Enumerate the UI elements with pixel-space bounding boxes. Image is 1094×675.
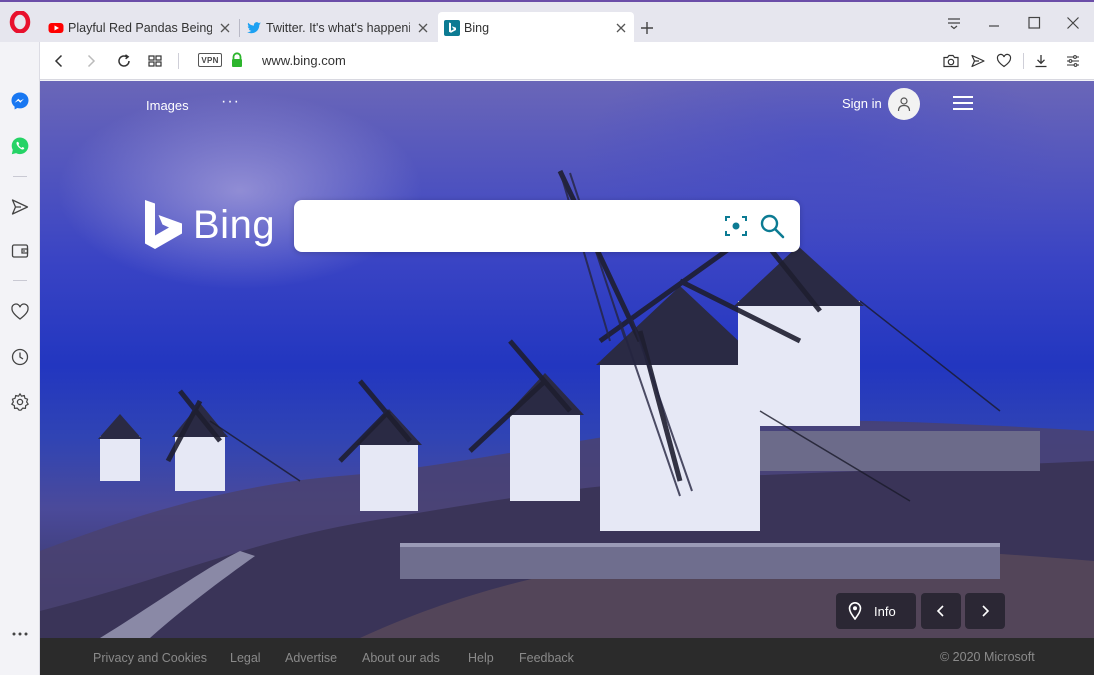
footer-link-advertise[interactable]: Advertise [285, 651, 337, 665]
divider [1023, 53, 1024, 69]
tab-bing[interactable]: Bing [438, 12, 634, 44]
avatar[interactable] [888, 88, 920, 120]
footer-link-about-ads[interactable]: About our ads [362, 651, 440, 665]
tab-title: Twitter. It's what's happenin [266, 21, 410, 35]
more-icon[interactable] [9, 623, 31, 645]
footer-link-feedback[interactable]: Feedback [519, 651, 574, 665]
sidebar [0, 42, 40, 675]
location-pin-icon [848, 602, 862, 620]
reload-icon[interactable] [114, 51, 134, 71]
send-icon[interactable] [9, 196, 31, 218]
heart-icon[interactable] [9, 301, 31, 323]
wallet-icon[interactable] [9, 240, 31, 262]
search-box [294, 200, 800, 252]
lock-icon[interactable] [230, 52, 244, 68]
address-bar: VPN www.bing.com [40, 42, 1094, 80]
close-tab-icon[interactable] [416, 21, 430, 35]
divider [178, 53, 179, 69]
history-icon[interactable] [9, 346, 31, 368]
sidebar-divider [13, 176, 27, 177]
hamburger-menu-icon[interactable] [953, 95, 973, 111]
background-windmills-image [40, 169, 1094, 638]
forward-icon[interactable] [81, 51, 101, 71]
next-image-button[interactable] [965, 593, 1005, 629]
send-icon[interactable] [968, 51, 988, 71]
chevron-left-icon [936, 605, 944, 617]
copyright-text: © 2020 Microsoft [940, 650, 1035, 664]
whatsapp-icon[interactable] [9, 135, 31, 157]
nav-more-menu[interactable]: ··· [221, 93, 240, 111]
minimize-icon[interactable] [984, 14, 1004, 32]
footer-link-legal[interactable]: Legal [230, 651, 261, 665]
tab-menu-icon[interactable] [944, 14, 964, 32]
twitter-icon [246, 20, 262, 36]
download-icon[interactable] [1031, 51, 1051, 71]
user-icon [897, 97, 911, 112]
speed-dial-icon[interactable] [145, 51, 165, 71]
previous-image-button[interactable] [921, 593, 961, 629]
image-info-button[interactable]: Info [836, 593, 916, 629]
search-input[interactable] [308, 210, 708, 242]
close-tab-icon[interactable] [218, 21, 232, 35]
nav-images-link[interactable]: Images [146, 98, 189, 113]
bookmark-heart-icon[interactable] [994, 51, 1014, 71]
snapshot-icon[interactable] [941, 51, 961, 71]
easy-setup-icon[interactable] [1063, 51, 1083, 71]
youtube-icon [48, 20, 64, 36]
footer-link-help[interactable]: Help [468, 651, 494, 665]
maximize-icon[interactable] [1024, 14, 1044, 32]
sign-in-link[interactable]: Sign in [842, 96, 882, 111]
footer-link-privacy[interactable]: Privacy and Cookies [93, 651, 207, 665]
tab-strip: Playful Red Pandas Being S Twitter. It's… [0, 0, 1094, 44]
bing-logo-icon[interactable] [144, 199, 184, 251]
url-field[interactable]: www.bing.com [262, 53, 346, 68]
close-tab-icon[interactable] [614, 21, 628, 35]
tab-title: Playful Red Pandas Being S [68, 21, 212, 35]
opera-logo-icon[interactable] [9, 10, 31, 34]
chevron-right-icon [982, 605, 990, 617]
messenger-icon[interactable] [9, 90, 31, 112]
back-icon[interactable] [49, 51, 69, 71]
bing-homepage: Images ··· Sign in Bing Info Privacy and… [40, 81, 1094, 675]
new-tab-button[interactable] [637, 18, 657, 38]
bing-wordmark[interactable]: Bing [193, 203, 275, 248]
settings-icon[interactable] [9, 391, 31, 413]
tab-title: Bing [464, 21, 490, 35]
sidebar-divider [13, 280, 27, 281]
bing-icon [444, 20, 460, 36]
vpn-badge[interactable]: VPN [198, 53, 222, 67]
footer: Privacy and Cookies Legal Advertise Abou… [40, 638, 1094, 675]
visual-search-icon[interactable] [724, 214, 748, 238]
close-window-icon[interactable] [1063, 14, 1083, 32]
search-icon[interactable] [758, 212, 786, 240]
tab-twitter[interactable]: Twitter. It's what's happenin [240, 12, 436, 44]
info-label: Info [874, 603, 896, 619]
tab-youtube[interactable]: Playful Red Pandas Being S [42, 12, 238, 44]
